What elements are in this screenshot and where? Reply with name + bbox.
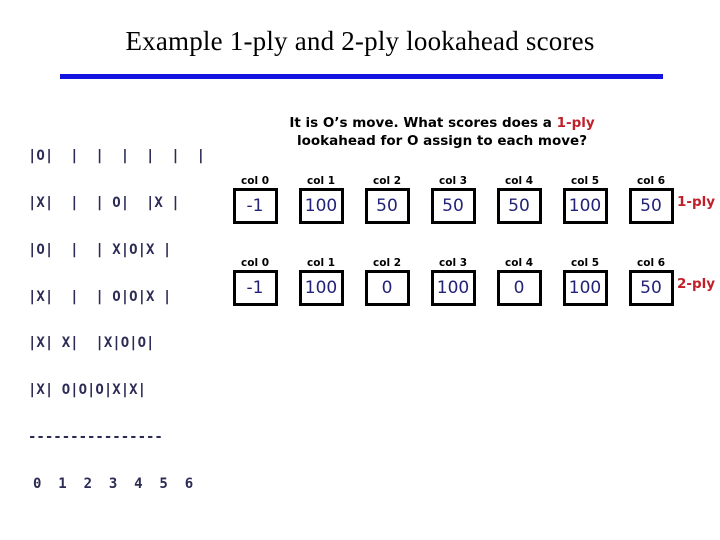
score-column: col 3 50 [420,174,486,224]
score-column: col 2 0 [354,256,420,306]
column-header: col 5 [571,175,599,187]
column-header: col 1 [307,257,335,269]
score-column: col 1 100 [288,174,354,224]
score-column: col 0 -1 [222,256,288,306]
board-row: |X| | | O|O|X | [28,288,172,305]
board-row: |X| | | O| |X | [28,194,180,211]
score-box[interactable]: 50 [628,188,674,224]
score-column: col 2 50 [354,174,420,224]
score-box[interactable]: -1 [232,270,278,306]
score-box[interactable]: 100 [562,188,608,224]
prompt-line1-text: It is O’s move. What scores does a [289,115,557,131]
score-column: col 5 100 [552,174,618,224]
score-box[interactable]: -1 [232,188,278,224]
board-row: |X| X| |X|O|O| [28,335,155,352]
question-prompt: It is O’s move. What scores does a 1-ply… [272,114,612,150]
column-header: col 0 [241,257,269,269]
game-board: |O| | | | | | | |X| | | O| |X | |O| | | … [28,118,205,508]
score-column: col 0 -1 [222,174,288,224]
score-box[interactable]: 50 [430,188,476,224]
score-column: col 6 50 [618,174,684,224]
column-header: col 4 [505,257,533,269]
score-column: col 5 100 [552,256,618,306]
ply-label-one: 1-ply [677,194,716,210]
score-box[interactable]: 100 [562,270,608,306]
score-column: col 4 50 [486,174,552,224]
board-column-labels: 0 1 2 3 4 5 6 [33,475,194,492]
column-header: col 6 [637,257,665,269]
board-separator: ---------------- [28,428,163,445]
score-box[interactable]: 50 [628,270,674,306]
column-header: col 3 [439,175,467,187]
board-row: |X| O|O|O|X|X| [28,382,147,399]
score-column: col 6 50 [618,256,684,306]
ply-label-two: 2-ply [677,276,716,292]
column-header: col 2 [373,175,401,187]
score-column: col 3 100 [420,256,486,306]
column-header: col 5 [571,257,599,269]
column-header: col 2 [373,257,401,269]
prompt-line2-text: lookahead for O assign to each move? [296,133,588,149]
score-box[interactable]: 0 [496,270,542,306]
prompt-accent-1ply: 1-ply [556,115,595,131]
score-box[interactable]: 0 [364,270,410,306]
column-header: col 4 [505,175,533,187]
page-title: Example 1-ply and 2-ply lookahead scores [125,26,595,56]
score-box[interactable]: 50 [364,188,410,224]
title-divider [60,74,663,79]
score-box[interactable]: 100 [298,188,344,224]
score-box[interactable]: 100 [298,270,344,306]
score-box[interactable]: 100 [430,270,476,306]
score-column: col 1 100 [288,256,354,306]
column-header: col 3 [439,257,467,269]
score-box[interactable]: 50 [496,188,542,224]
column-header: col 0 [241,175,269,187]
column-header: col 1 [307,175,335,187]
board-row: |O| | | | | | | [28,148,206,165]
score-column: col 4 0 [486,256,552,306]
column-header: col 6 [637,175,665,187]
board-row: |O| | | X|O|X | [28,241,172,258]
